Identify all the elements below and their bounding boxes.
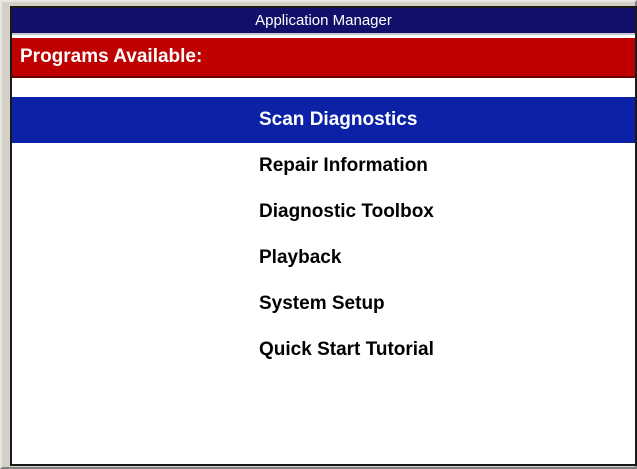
application-manager-window: Application Manager Programs Available: … xyxy=(10,6,637,466)
program-item-system-setup[interactable]: System Setup xyxy=(12,281,635,327)
title-bar: Application Manager xyxy=(12,8,635,35)
program-item-scan-diagnostics[interactable]: Scan Diagnostics xyxy=(12,97,635,143)
programs-available-header: Programs Available: xyxy=(12,38,635,78)
program-item-label: Playback xyxy=(259,247,342,268)
section-header-label: Programs Available: xyxy=(20,46,203,67)
program-item-label: Scan Diagnostics xyxy=(259,109,418,130)
program-item-label: Diagnostic Toolbox xyxy=(259,201,434,222)
program-item-quick-start-tutorial[interactable]: Quick Start Tutorial xyxy=(12,327,635,373)
program-item-label: Quick Start Tutorial xyxy=(259,339,434,360)
program-item-playback[interactable]: Playback xyxy=(12,235,635,281)
program-list: Scan Diagnostics Repair Information Diag… xyxy=(12,97,635,373)
program-item-label: System Setup xyxy=(259,293,385,314)
program-item-label: Repair Information xyxy=(259,155,428,176)
window-title: Application Manager xyxy=(255,12,392,29)
program-item-diagnostic-toolbox[interactable]: Diagnostic Toolbox xyxy=(12,189,635,235)
program-item-repair-information[interactable]: Repair Information xyxy=(12,143,635,189)
outer-frame: Application Manager Programs Available: … xyxy=(0,0,637,469)
